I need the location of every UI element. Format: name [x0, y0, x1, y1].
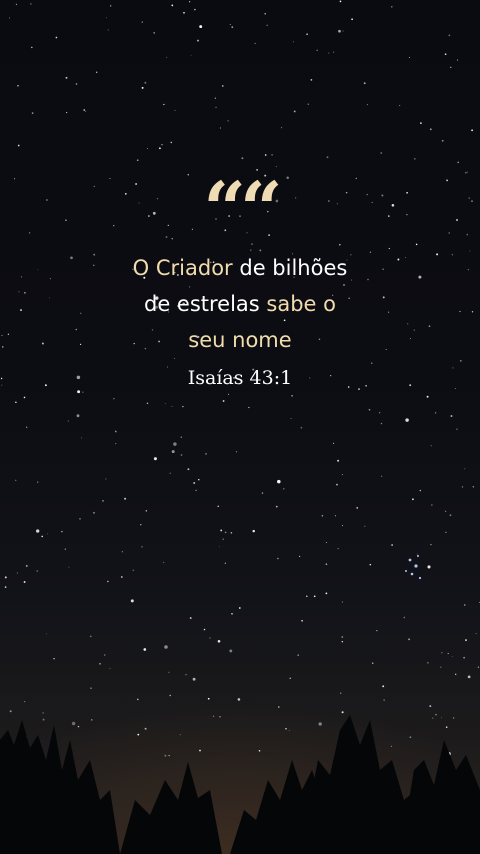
verse-reference: Isaías 43:1	[187, 367, 293, 389]
tree-silhouettes	[0, 715, 480, 854]
verse-line-1: O Criador de bilhões	[132, 256, 348, 280]
starry-sky-background: ““ O Criador de bilhões de estrelas sabe…	[0, 0, 480, 854]
verse-text: O Criador de bilhões de estrelas sabe o …	[0, 250, 480, 358]
verse-line-2: de estrelas sabe o	[143, 292, 337, 316]
quotation-mark-icon: ““	[203, 167, 282, 253]
verse-line-3: seu nome	[188, 328, 292, 352]
